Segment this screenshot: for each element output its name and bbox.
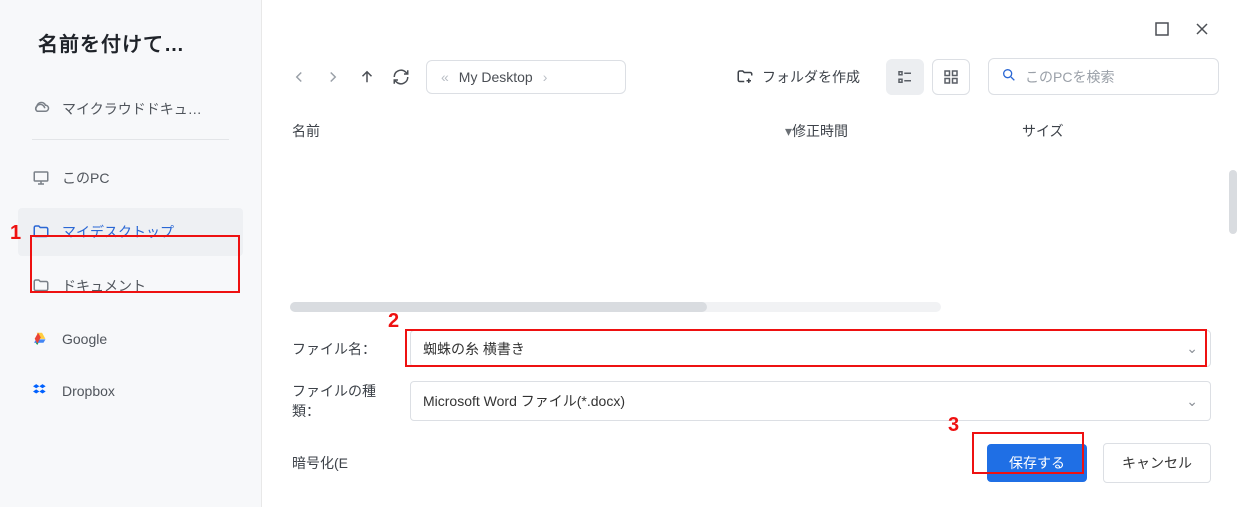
main-panel: « My Desktop › フォルダを作成 [262,0,1241,507]
sidebar-item-documents[interactable]: ドキュメント [18,262,243,310]
chevron-left-icon: « [441,69,449,85]
sidebar-item-label: このPC [62,168,109,188]
sidebar-separator [32,139,229,140]
sidebar-item-this-pc[interactable]: このPC [18,154,243,202]
list-icon [896,68,914,86]
search-input[interactable] [1025,69,1206,85]
nav-refresh-button[interactable] [392,68,410,86]
horizontal-scrollbar-thumb[interactable] [290,302,707,312]
folder-icon [32,223,50,241]
column-header-name[interactable]: 名前 ▾ [292,121,792,141]
google-drive-icon [32,330,50,348]
filetype-field[interactable]: Microsoft Word ファイル(*.docx) ⌄ [410,381,1211,421]
save-button[interactable]: 保存する [987,444,1087,482]
nav-back-button[interactable] [290,68,308,86]
folder-icon [32,277,50,295]
filetype-label: ファイルの種類： [292,381,392,421]
window-controls [262,0,1241,58]
filename-label: ファイル名： [292,339,392,359]
sidebar-item-google[interactable]: Google [18,316,243,362]
sidebar-item-label: Google [62,331,107,347]
save-as-dialog: 名前を付けて… マイクラウドドキュ… このPC マイデスクトップ [0,0,1241,507]
breadcrumb[interactable]: « My Desktop › [426,60,626,94]
search-box[interactable] [988,58,1219,95]
chevron-right-icon: › [543,69,548,85]
horizontal-scrollbar[interactable] [290,302,941,312]
column-header-size[interactable]: サイズ [1022,121,1211,141]
chevron-down-icon[interactable]: ⌄ [1186,340,1198,357]
sidebar-item-label: マイクラウドドキュ… [62,99,202,119]
view-list-button[interactable] [886,59,924,95]
filename-row: ファイル名： ⌄ [292,330,1211,367]
maximize-icon[interactable] [1153,20,1171,38]
breadcrumb-current: My Desktop [459,69,533,85]
cancel-button[interactable]: キャンセル [1103,443,1211,483]
sidebar-item-my-desktop[interactable]: マイデスクトップ [18,208,243,256]
button-group: 保存する キャンセル [987,443,1211,483]
view-toggle [886,59,970,95]
toolbar: « My Desktop › フォルダを作成 [262,58,1241,109]
sidebar-item-dropbox[interactable]: Dropbox [18,368,243,414]
filetype-row: ファイルの種類： Microsoft Word ファイル(*.docx) ⌄ [292,381,1211,421]
chevron-down-icon[interactable]: ⌄ [1186,393,1198,410]
close-icon[interactable] [1193,20,1211,38]
sidebar-item-label: マイデスクトップ [62,222,174,242]
search-icon [1001,67,1017,86]
monitor-icon [32,169,50,187]
nav-forward-button[interactable] [324,68,342,86]
column-headers: 名前 ▾ 修正時間 サイズ [262,109,1241,151]
nav-up-button[interactable] [358,68,376,86]
sidebar-item-cloud-docs[interactable]: マイクラウドドキュ… [18,85,243,133]
cloud-icon [32,100,50,118]
sidebar-item-label: Dropbox [62,383,115,399]
sidebar-list: マイクラウドドキュ… このPC マイデスクトップ ドキュメント [0,85,261,414]
create-folder-button[interactable]: フォルダを作成 [728,61,868,93]
create-folder-label: フォルダを作成 [762,67,860,87]
view-grid-button[interactable] [932,59,970,95]
filename-field[interactable]: ⌄ [410,330,1211,367]
dropbox-icon [32,382,50,400]
vertical-scrollbar-thumb[interactable] [1229,170,1237,234]
file-list-area [262,151,1241,312]
filename-input[interactable] [423,341,1186,357]
dialog-title: 名前を付けて… [0,28,261,85]
sidebar: 名前を付けて… マイクラウドドキュ… このPC マイデスクトップ [0,0,262,507]
save-form: ファイル名： ⌄ ファイルの種類： Microsoft Word ファイル(*.… [262,312,1241,507]
filetype-value: Microsoft Word ファイル(*.docx) [423,391,625,411]
encrypt-label[interactable]: 暗号化(E [292,453,348,473]
grid-icon [942,68,960,86]
action-row: 暗号化(E 保存する キャンセル [292,443,1211,483]
sidebar-item-label: ドキュメント [62,276,146,296]
sort-caret-icon: ▾ [785,123,792,140]
folder-plus-icon [736,68,754,86]
nav-group [290,68,410,86]
column-header-mtime[interactable]: 修正時間 [792,121,1022,141]
